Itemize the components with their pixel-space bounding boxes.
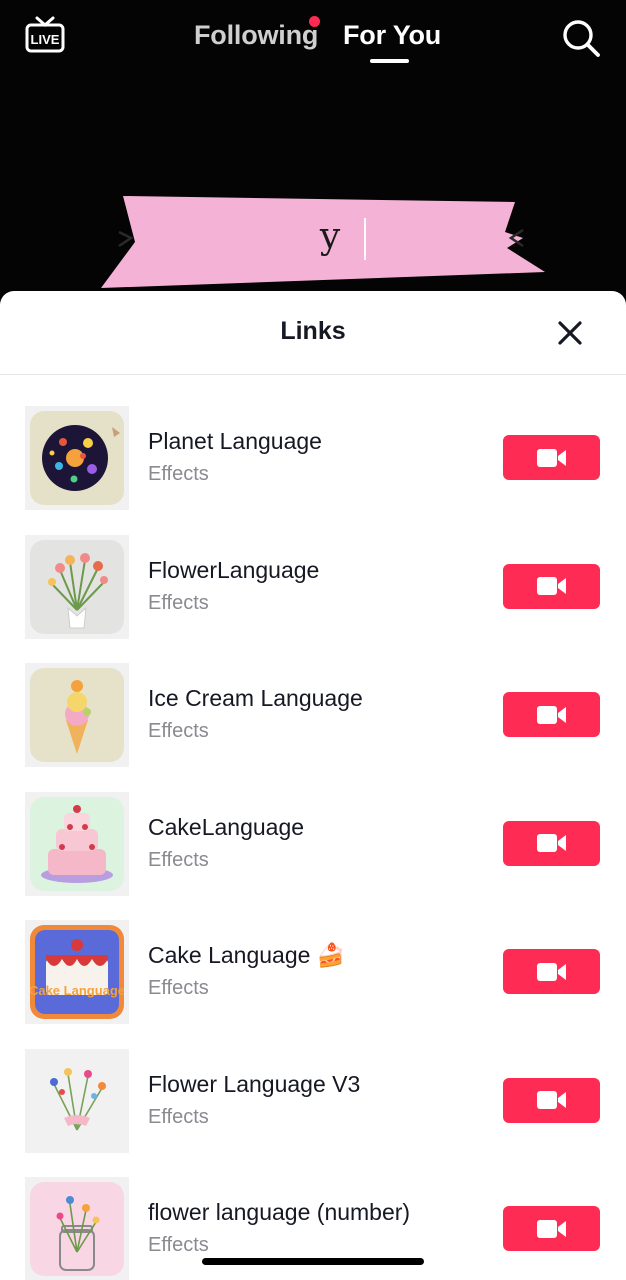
notification-dot [309, 16, 320, 27]
effects-list: Planet Language Effects FlowerLanguage E… [0, 375, 626, 1280]
effect-thumbnail [25, 663, 129, 767]
list-item[interactable]: CakeLanguage Effects [0, 791, 626, 921]
effect-type: Effects [148, 591, 209, 614]
video-camera-icon [536, 834, 566, 852]
list-item[interactable]: Flower Language V3 Effects [0, 1048, 626, 1178]
effect-name: Ice Cream Language [148, 685, 363, 711]
effect-name: flower language (number) [148, 1199, 411, 1225]
video-background[interactable]: LIVE Following For You y [0, 0, 626, 300]
links-sheet: Links Planet Language Effects FlowerLang… [0, 291, 626, 1280]
live-label: LIVE [31, 32, 60, 47]
effect-type: Effects [148, 720, 209, 742]
list-item[interactable]: Ice Cream Language Effects [0, 663, 626, 792]
record-button[interactable] [503, 1077, 600, 1123]
top-navigation: LIVE Following For You [0, 0, 626, 80]
effect-thumbnail [25, 1177, 129, 1280]
sheet-title: Links [280, 317, 346, 345]
tab-for-you[interactable]: For You [343, 20, 441, 51]
video-camera-icon [536, 705, 566, 724]
record-button[interactable] [503, 1206, 600, 1251]
thumbnail-logo-text: Cake Language [30, 983, 124, 998]
effect-name: Cake Language 🍰 [148, 942, 346, 968]
record-button[interactable] [503, 949, 600, 994]
tab-following[interactable]: Following [194, 20, 318, 51]
video-camera-icon [536, 448, 566, 467]
cake-language-thumbnail-icon: Cake Language [30, 925, 124, 1019]
effect-thumbnail [25, 534, 129, 639]
effect-name: CakeLanguage [148, 813, 305, 840]
effect-name: Planet Language [148, 428, 322, 454]
record-button[interactable] [503, 820, 600, 866]
effect-type: Effects [148, 977, 209, 999]
effect-thumbnail: Cake Language [25, 920, 129, 1024]
search-icon[interactable] [561, 18, 601, 58]
effect-type: Effects [148, 463, 209, 485]
flower-jar-thumbnail-icon [30, 1182, 124, 1276]
home-indicator[interactable] [202, 1258, 424, 1265]
sheet-header: Links [0, 291, 626, 375]
effect-thumbnail [25, 1048, 129, 1153]
effect-name: Flower Language V3 [148, 1070, 361, 1097]
effect-thumbnail [25, 406, 129, 510]
effect-name: FlowerLanguage [148, 556, 320, 583]
planet-thumbnail-icon [30, 411, 124, 505]
record-button[interactable] [503, 563, 600, 609]
video-camera-icon [536, 1219, 566, 1238]
close-icon[interactable] [554, 317, 586, 349]
list-item[interactable]: Planet Language Effects [0, 406, 626, 535]
bouquet-thumbnail-icon [30, 539, 124, 634]
active-tab-indicator [370, 59, 409, 63]
list-item[interactable]: FlowerLanguage Effects [0, 534, 626, 664]
record-button[interactable] [503, 435, 600, 480]
live-icon[interactable]: LIVE [24, 15, 66, 57]
video-camera-icon [536, 1091, 566, 1109]
list-item[interactable]: Cake Language Cake Language 🍰 Effects [0, 920, 626, 1049]
video-camera-icon [536, 962, 566, 981]
effect-type: Effects [148, 1105, 209, 1128]
effect-type: Effects [148, 848, 209, 871]
ice-cream-thumbnail-icon [30, 668, 124, 762]
record-button[interactable] [503, 692, 600, 737]
banner-text: y [319, 216, 341, 257]
flower-bunch-thumbnail-icon [30, 1053, 124, 1148]
effect-type: Effects [148, 1234, 209, 1256]
pink-ribbon-banner: y [101, 196, 545, 288]
cake-thumbnail-icon [30, 796, 124, 891]
video-camera-icon [536, 577, 566, 595]
effect-thumbnail [25, 791, 129, 896]
